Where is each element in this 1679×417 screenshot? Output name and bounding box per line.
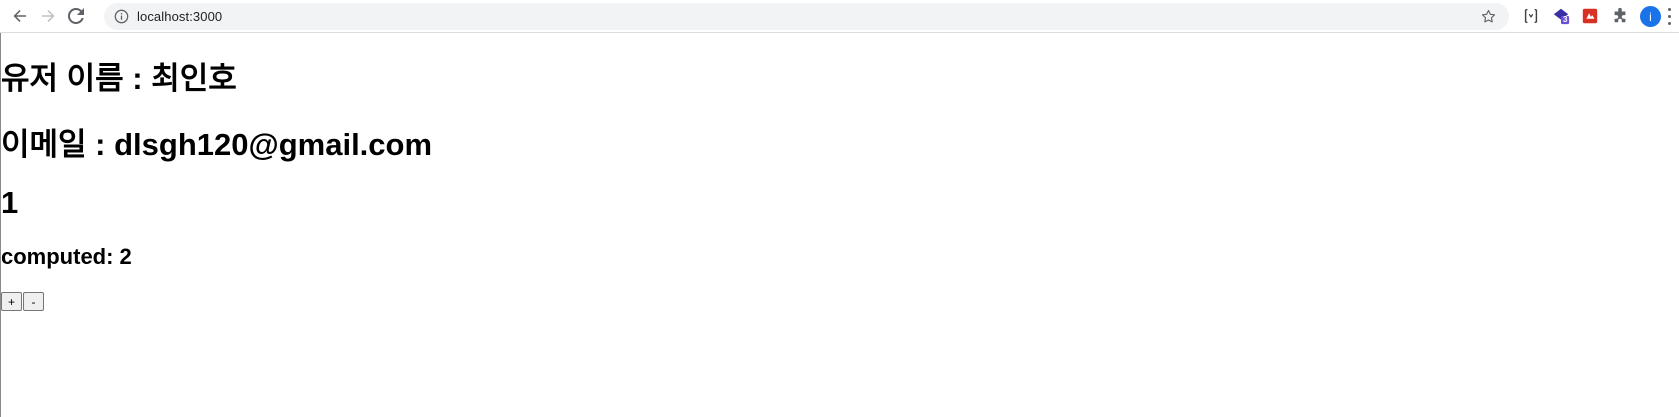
browser-toolbar: localhost:3000 3 i bbox=[0, 0, 1679, 33]
star-icon[interactable] bbox=[1480, 8, 1497, 25]
arrow-right-icon bbox=[42, 10, 55, 22]
info-icon[interactable] bbox=[114, 9, 129, 24]
url-text[interactable]: localhost:3000 bbox=[137, 9, 222, 24]
user-name-heading: 유저 이름 : 최인호 bbox=[1, 61, 237, 96]
extension-badge: 3 bbox=[1563, 15, 1568, 24]
page-content: 유저 이름 : 최인호 이메일 : dlsgh120@gmail.com 1 c… bbox=[0, 33, 1679, 417]
back-button[interactable] bbox=[8, 4, 32, 28]
decrement-button[interactable]: - bbox=[23, 292, 44, 311]
email-heading: 이메일 : dlsgh120@gmail.com bbox=[1, 127, 433, 162]
increment-button[interactable]: + bbox=[1, 292, 22, 311]
counter-buttons: + - bbox=[1, 292, 45, 311]
arrow-left-icon bbox=[13, 10, 26, 22]
count-heading: 1 bbox=[1, 185, 19, 220]
computed-heading: computed: 2 bbox=[1, 244, 132, 269]
extension-gem-icon[interactable]: 3 bbox=[1551, 6, 1571, 26]
profile-avatar[interactable]: i bbox=[1640, 6, 1661, 27]
menu-dots-icon[interactable] bbox=[1666, 8, 1672, 25]
reload-icon bbox=[68, 8, 84, 24]
puzzle-icon[interactable] bbox=[1610, 6, 1630, 26]
forward-button[interactable] bbox=[36, 4, 60, 28]
reload-button[interactable] bbox=[64, 4, 88, 28]
extension-bracket-icon[interactable] bbox=[1521, 6, 1541, 26]
extension-red-icon[interactable] bbox=[1580, 6, 1600, 26]
address-bar[interactable]: localhost:3000 bbox=[104, 3, 1509, 30]
